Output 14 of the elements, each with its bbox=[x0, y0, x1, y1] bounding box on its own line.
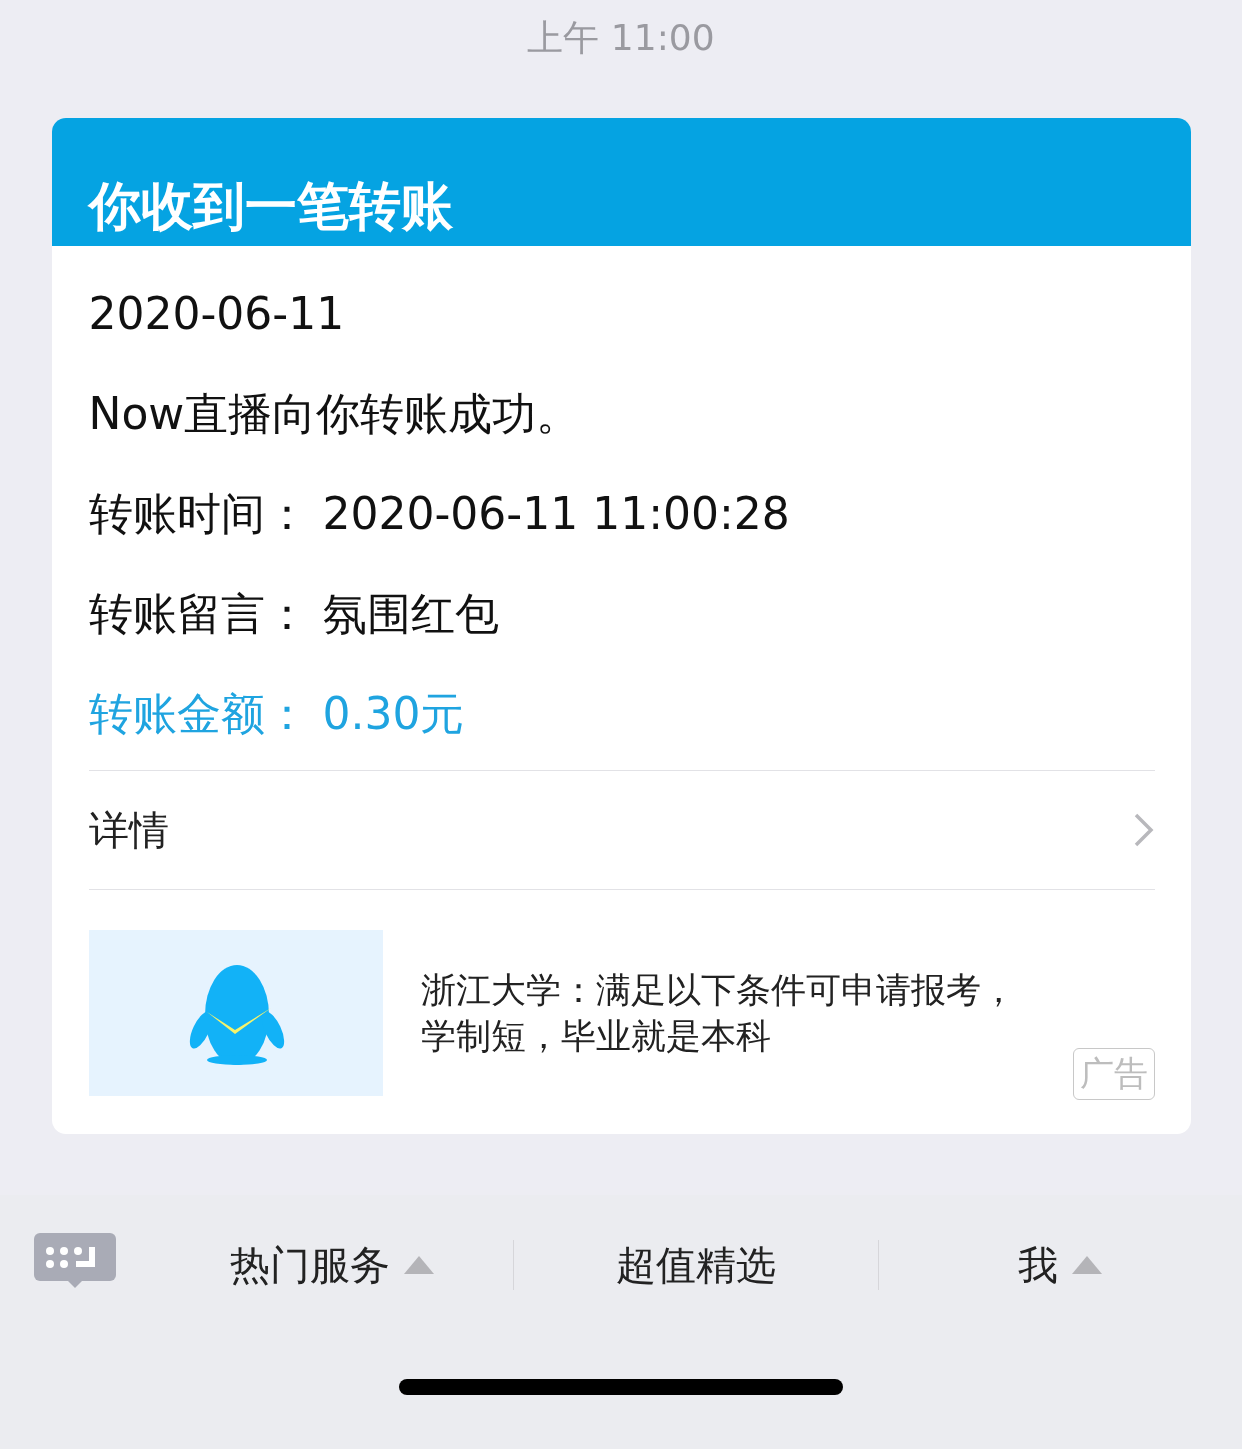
transfer-field: 转账金额： 0.30元 bbox=[88, 664, 1155, 764]
date-text: 2020-06-11 bbox=[88, 287, 346, 341]
card-title: 你收到一笔转账 bbox=[88, 175, 453, 238]
timestamp: 上午 11:00 bbox=[527, 16, 715, 60]
details-link[interactable]: 详情 bbox=[88, 771, 1155, 889]
transfer-field: 转账时间： 2020-06-11 11:00:28 bbox=[88, 464, 1155, 564]
transfer-field: 转账留言： 氛围红包 bbox=[88, 564, 1155, 664]
ad-text: 浙江大学：满足以下条件可申请报考，学制短，毕业就是本科 bbox=[420, 969, 1017, 1058]
menu-button[interactable]: 热门服务 bbox=[150, 1240, 514, 1290]
menu-button[interactable]: 超值精选 bbox=[513, 1240, 878, 1290]
message-text: Now直播向你转账成功。 bbox=[88, 387, 582, 441]
chevron-right-icon bbox=[1132, 812, 1155, 848]
menu-button[interactable]: 我 bbox=[877, 1240, 1242, 1290]
ad-badge: 广告 bbox=[1072, 1048, 1155, 1100]
